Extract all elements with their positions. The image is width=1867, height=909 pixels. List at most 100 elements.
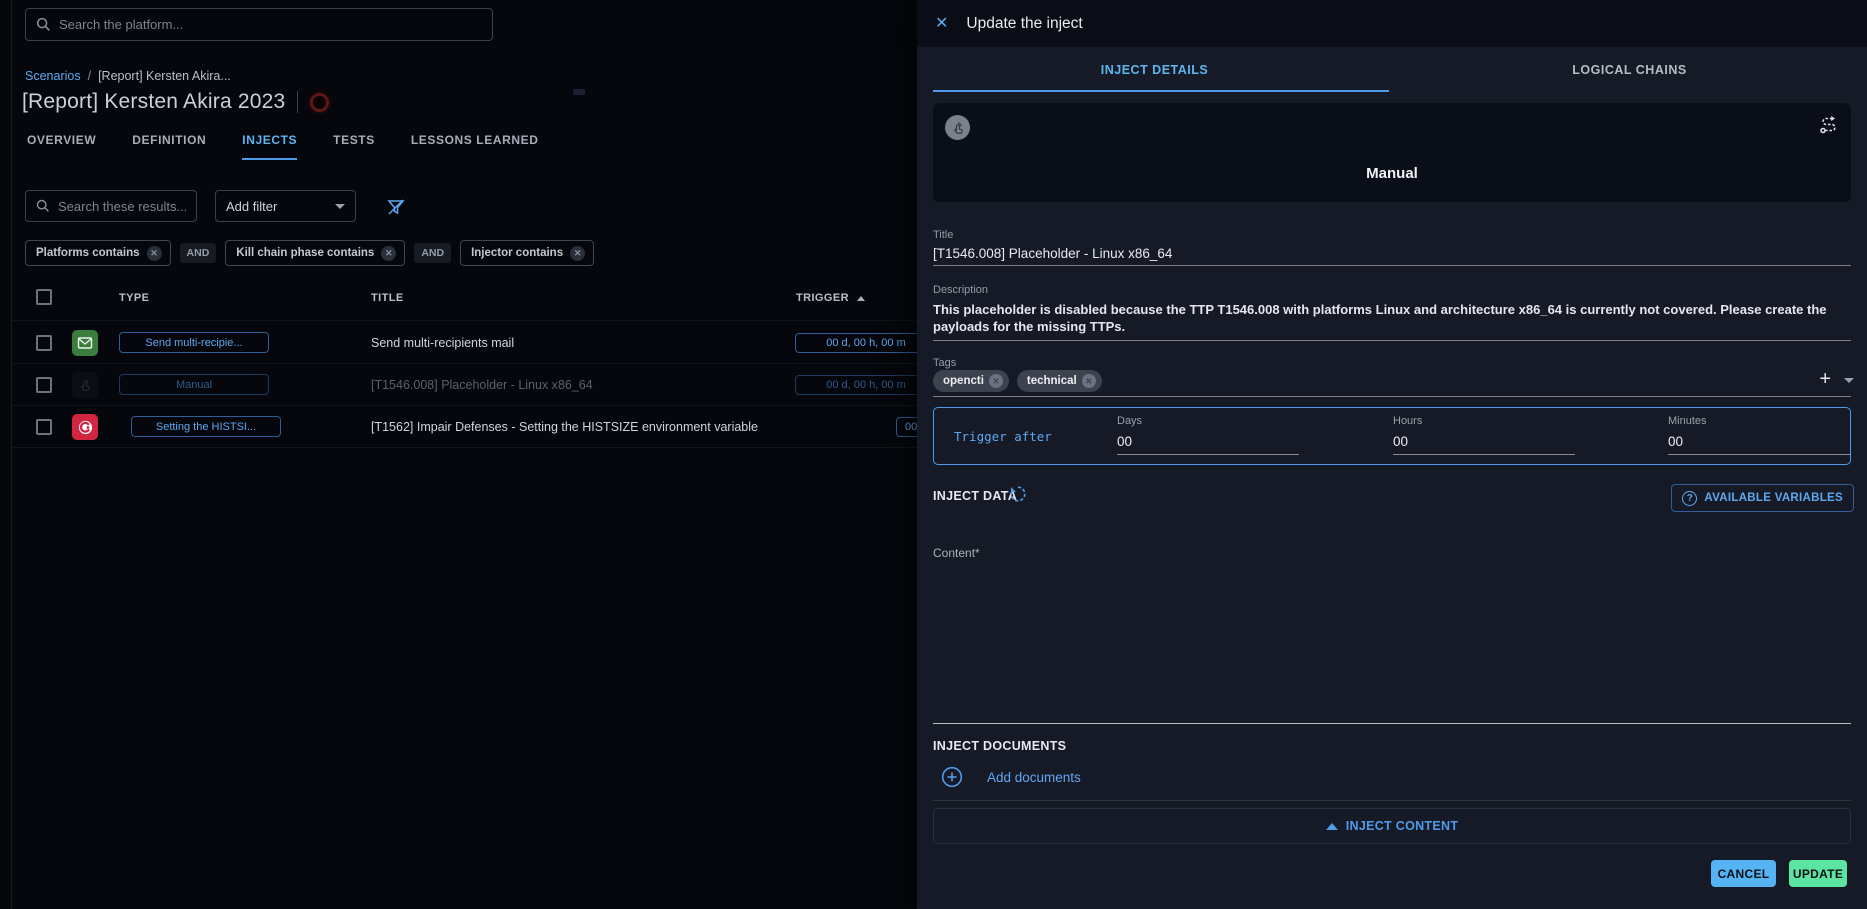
- row-checkbox[interactable]: [36, 335, 52, 351]
- tags-list: opencti technical: [933, 370, 1102, 392]
- tab-tests[interactable]: TESTS: [333, 133, 375, 160]
- title-field-label: Title: [933, 229, 953, 241]
- inject-content-label: INJECT CONTENT: [1346, 819, 1459, 833]
- help-icon: [1682, 491, 1697, 506]
- remove-filter-icon[interactable]: [570, 246, 585, 261]
- content-field-label: Content*: [933, 546, 980, 560]
- days-value[interactable]: 00: [1117, 434, 1132, 449]
- filter-chip-kill-chain-phase[interactable]: Kill chain phase contains: [225, 240, 405, 266]
- active-filter-chips: Platforms contains AND Kill chain phase …: [25, 240, 594, 266]
- filter-operator[interactable]: AND: [414, 243, 451, 263]
- route-icon[interactable]: [1819, 115, 1839, 135]
- add-tag-icon[interactable]: [1819, 368, 1831, 391]
- tag-label: technical: [1027, 375, 1077, 387]
- available-variables-button[interactable]: AVAILABLE VARIABLES: [1671, 484, 1854, 512]
- collapse-up-icon: [1326, 823, 1338, 830]
- update-button[interactable]: UPDATE: [1789, 860, 1847, 887]
- input-underline: [933, 265, 1851, 266]
- input-underline: [1393, 454, 1575, 455]
- tab-injects[interactable]: INJECTS: [242, 133, 297, 160]
- tab-overview[interactable]: OVERVIEW: [27, 133, 96, 160]
- tab-definition[interactable]: DEFINITION: [132, 133, 206, 160]
- tag-label: opencti: [943, 375, 984, 387]
- tags-field-label: Tags: [933, 357, 956, 369]
- title-divider: [297, 91, 298, 113]
- tab-logical-chains[interactable]: LOGICAL CHAINS: [1392, 47, 1867, 93]
- table-row-histsize[interactable]: Setting the HISTSI... [T1562] Impair Def…: [12, 406, 917, 448]
- tag-chip-opencti[interactable]: opencti: [933, 370, 1009, 392]
- input-underline: [1668, 454, 1850, 455]
- add-documents-link[interactable]: Add documents: [987, 770, 1081, 785]
- scenario-status-icon[interactable]: [310, 93, 329, 112]
- hours-value[interactable]: 00: [1393, 434, 1408, 449]
- left-nav-rail[interactable]: [0, 0, 12, 909]
- column-header-type[interactable]: TYPE: [119, 292, 149, 304]
- results-search-field[interactable]: [25, 190, 197, 222]
- days-label: Days: [1117, 415, 1142, 427]
- divider: [12, 320, 917, 321]
- update-inject-drawer: Update the inject INJECT DETAILS LOGICAL…: [917, 0, 1867, 909]
- remove-filter-icon[interactable]: [147, 246, 162, 261]
- trigger-chip: 00 d, 00 h, 00 m: [795, 375, 937, 395]
- inject-data-heading: INJECT DATA: [933, 489, 1017, 503]
- filter-chip-platforms[interactable]: Platforms contains: [25, 240, 171, 266]
- close-icon[interactable]: [935, 16, 948, 32]
- column-header-trigger[interactable]: TRIGGER: [796, 292, 865, 304]
- select-all-checkbox[interactable]: [36, 289, 52, 305]
- minutes-label: Minutes: [1668, 415, 1707, 427]
- description-field-value[interactable]: This placeholder is disabled because the…: [933, 301, 1851, 335]
- active-tab-indicator: [933, 90, 1389, 92]
- column-header-title[interactable]: TITLE: [371, 292, 404, 304]
- breadcrumb: Scenarios / [Report] Kersten Akira...: [25, 69, 231, 83]
- search-icon: [36, 17, 51, 32]
- inject-type-name: Manual: [933, 165, 1851, 182]
- search-icon: [36, 199, 50, 213]
- tag-chip-technical[interactable]: technical: [1017, 370, 1102, 392]
- results-search-input[interactable]: [58, 199, 186, 214]
- remove-filter-icon[interactable]: [381, 246, 396, 261]
- trigger-chip: 00 d, 00 h, 00 m: [795, 333, 937, 353]
- add-documents-control[interactable]: Add documents: [941, 766, 1081, 788]
- trigger-after-group: Trigger after Days 00 Hours 00 Minutes 0…: [933, 407, 1851, 465]
- injector-logo-icon: [72, 414, 98, 440]
- tags-dropdown-icon[interactable]: [1844, 378, 1854, 383]
- table-row-manual-placeholder[interactable]: Manual [T1546.008] Placeholder - Linux x…: [12, 364, 917, 406]
- cancel-button[interactable]: CANCEL: [1711, 860, 1776, 887]
- sort-ascending-icon: [857, 296, 865, 301]
- remove-tag-icon[interactable]: [989, 374, 1003, 388]
- content-textarea[interactable]: [933, 562, 1851, 722]
- breadcrumb-current: [Report] Kersten Akira...: [98, 69, 231, 83]
- row-checkbox[interactable]: [36, 419, 52, 435]
- minutes-value[interactable]: 00: [1668, 434, 1683, 449]
- filter-operator[interactable]: AND: [180, 243, 217, 263]
- add-filter-select[interactable]: Add filter: [215, 190, 356, 222]
- row-checkbox[interactable]: [36, 377, 52, 393]
- page-title-row: [Report] Kersten Akira 2023: [22, 90, 329, 114]
- tab-lessons-learned[interactable]: LESSONS LEARNED: [411, 133, 539, 160]
- refresh-icon[interactable]: [1009, 485, 1027, 503]
- input-underline: [933, 723, 1851, 724]
- title-field-value[interactable]: [T1546.008] Placeholder - Linux x86_64: [933, 246, 1851, 261]
- inject-title: [T1546.008] Placeholder - Linux x86_64: [371, 378, 593, 392]
- inject-content-collapse-button[interactable]: INJECT CONTENT: [933, 808, 1851, 844]
- filter-chip-injector[interactable]: Injector contains: [460, 240, 594, 266]
- breadcrumb-scenarios-link[interactable]: Scenarios: [25, 69, 81, 83]
- breadcrumb-separator: /: [88, 69, 91, 83]
- scenario-tabs: OVERVIEW DEFINITION INJECTS TESTS LESSON…: [27, 133, 539, 160]
- filter-chip-label: Platforms contains: [36, 247, 140, 259]
- artifact-dash: [573, 89, 585, 95]
- tab-inject-details[interactable]: INJECT DETAILS: [917, 47, 1392, 93]
- remove-tag-icon[interactable]: [1082, 374, 1096, 388]
- platform-search-input[interactable]: [59, 17, 482, 32]
- email-icon: [72, 330, 98, 356]
- filter-chip-label: Injector contains: [471, 247, 563, 259]
- inject-type-chip: Send multi-recipie...: [119, 332, 269, 353]
- table-row-send-multi-recipients[interactable]: Send multi-recipie... Send multi-recipie…: [12, 322, 917, 364]
- inject-title: Send multi-recipients mail: [371, 336, 514, 350]
- manual-hand-icon: [945, 115, 970, 140]
- chevron-down-icon: [335, 204, 345, 209]
- drawer-header: Update the inject: [917, 0, 1867, 47]
- clear-filters-icon[interactable]: [386, 197, 406, 217]
- platform-search-field[interactable]: [25, 8, 493, 41]
- available-variables-label: AVAILABLE VARIABLES: [1704, 492, 1843, 504]
